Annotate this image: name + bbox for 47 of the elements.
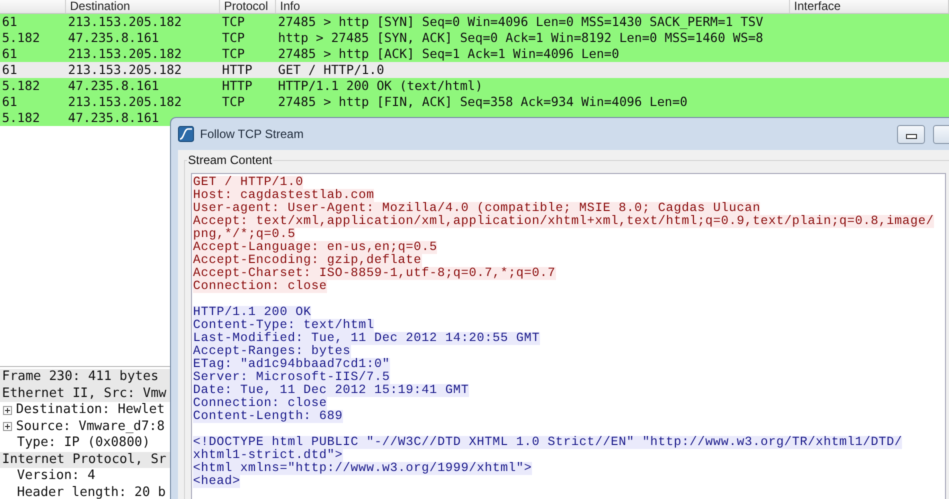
protocol-cell-text: HTTP — [221, 78, 254, 94]
protocol-cell-text: TCP — [221, 30, 246, 46]
source-cell-text: 61 — [1, 46, 18, 62]
source-cell-text: 61 — [1, 94, 18, 110]
packet-row[interactable]: 61 213.153.205.182 TCP 27485 > http [SYN] Seq=0 Win=4096 Len=0 MSS=1430 SACK_PERM=1 TSV — [0, 14, 949, 30]
tree-item[interactable]: Type: IP (0x0800) — [17, 435, 150, 452]
column-header[interactable]: Protocol — [220, 0, 276, 13]
app-icon — [178, 126, 194, 142]
destination-cell-text: 213.153.205.182 — [67, 46, 183, 62]
source-cell-text: 61 — [1, 62, 18, 78]
packet-row[interactable]: 61 213.153.205.182 TCP 27485 > http [FIN, ACK] Seq=358 Ack=934 Win=4096 Len=0 — [0, 94, 949, 110]
packet-row[interactable]: 5.182 47.235.8.161 HTTP HTTP/1.1 200 OK (text/html) — [0, 78, 949, 94]
info-cell-text: 27485 > http [ACK] Seq=1 Ack=1 Win=4096 Len=0 — [277, 46, 620, 62]
column-header[interactable]: Destination — [66, 0, 220, 13]
window-title: Follow TCP Stream — [200, 127, 305, 141]
info-cell-text: http > 27485 [SYN, ACK] Seq=0 Ack=1 Win=8192 Len=0 MSS=1460 WS=8 — [277, 30, 764, 46]
info-cell-text: GET / HTTP/1.0 — [277, 62, 386, 78]
tree-item[interactable]: Destination: Hewlet — [16, 402, 165, 418]
source-cell-text: 5.182 — [1, 78, 41, 94]
column-header[interactable]: Info — [276, 0, 790, 13]
info-cell-text: HTTP/1.1 200 OK (text/html) — [277, 78, 484, 94]
expand-icon[interactable] — [3, 406, 12, 415]
protocol-cell-text: HTTP — [221, 62, 254, 78]
tree-item[interactable]: Source: Vmware_d7:8 — [16, 418, 165, 435]
source-cell-text: 5.182 — [1, 30, 41, 46]
protocol-cell-text: TCP — [221, 94, 246, 110]
tree-item[interactable]: Header length: 20 b — [17, 484, 166, 499]
tree-item[interactable]: Version: 4 — [17, 468, 96, 484]
info-cell-text: 27485 > http [SYN] Seq=0 Win=4096 Len=0 MSS=1430 SACK_PERM=1 TSV — [277, 14, 764, 30]
packet-row[interactable]: 5.182 47.235.8.161 TCP http > 27485 [SYN, ACK] Seq=0 Ack=1 Win=8192 Len=0 MSS=1460 WS=8 — [0, 30, 949, 46]
destination-cell-text: 47.235.8.161 — [67, 110, 160, 126]
column-header[interactable]: Interface — [790, 0, 949, 13]
expand-icon[interactable] — [3, 422, 12, 432]
info-cell-text: 27485 > http [FIN, ACK] Seq=358 Ack=934 Win=4096 Len=0 — [277, 94, 688, 110]
protocol-cell-text: TCP — [221, 14, 246, 30]
minimize-button[interactable] — [897, 124, 925, 144]
destination-cell-text: 47.235.8.161 — [67, 78, 160, 94]
source-cell-text: 5.182 — [1, 110, 41, 126]
group-label: Stream Content — [187, 153, 274, 167]
destination-cell-text: 213.153.205.182 — [67, 62, 183, 78]
destination-cell-text: 213.153.205.182 — [67, 94, 183, 110]
packet-row[interactable]: 61 213.153.205.182 HTTP GET / HTTP/1.0 — [0, 62, 949, 78]
destination-cell-text: 213.153.205.182 — [67, 14, 183, 30]
destination-cell-text: 47.235.8.161 — [67, 30, 160, 46]
packet-row[interactable]: 61 213.153.205.182 TCP 27485 > http [ACK] Seq=1 Ack=1 Win=4096 Len=0 — [0, 46, 949, 62]
protocol-cell-text: TCP — [221, 46, 246, 62]
source-cell-text: 61 — [1, 14, 18, 30]
